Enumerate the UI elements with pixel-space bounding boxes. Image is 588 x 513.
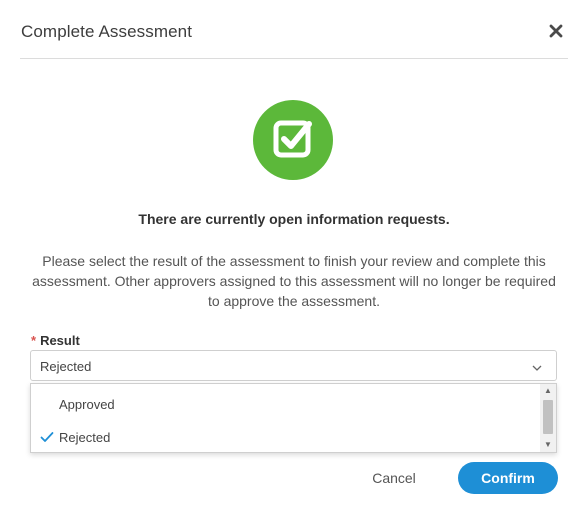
result-label: * Result: [31, 333, 80, 348]
result-selected-value: Rejected: [40, 359, 92, 374]
checkbox-check-icon: [253, 100, 333, 180]
result-select[interactable]: Rejected: [30, 350, 557, 381]
confirm-button[interactable]: Confirm: [458, 462, 558, 494]
dialog-title: Complete Assessment: [21, 22, 193, 41]
close-icon[interactable]: [545, 20, 567, 42]
open-requests-heading: There are currently open information req…: [138, 211, 450, 227]
option-rejected[interactable]: Rejected: [31, 421, 540, 453]
chevron-down-icon: [532, 360, 542, 371]
option-approved[interactable]: Approved: [31, 388, 540, 420]
option-label: Approved: [59, 397, 115, 412]
dialog-header: Complete Assessment: [20, 14, 568, 59]
required-marker: *: [31, 333, 37, 348]
scroll-up-arrow-icon[interactable]: ▲: [540, 386, 556, 396]
scroll-down-arrow-icon[interactable]: ▼: [540, 440, 556, 450]
cancel-button[interactable]: Cancel: [362, 463, 426, 493]
complete-assessment-dialog: Complete Assessment There are currently …: [0, 0, 588, 513]
result-options-list: Approved Rejected ▲ ▼: [30, 383, 557, 453]
checkmark-icon: [40, 430, 54, 444]
dropdown-scrollbar[interactable]: ▲ ▼: [540, 384, 556, 452]
assessment-description: Please select the result of the assessme…: [32, 253, 556, 309]
result-label-text: Result: [40, 333, 80, 348]
scrollbar-thumb[interactable]: [543, 400, 553, 434]
option-label: Rejected: [59, 430, 111, 445]
